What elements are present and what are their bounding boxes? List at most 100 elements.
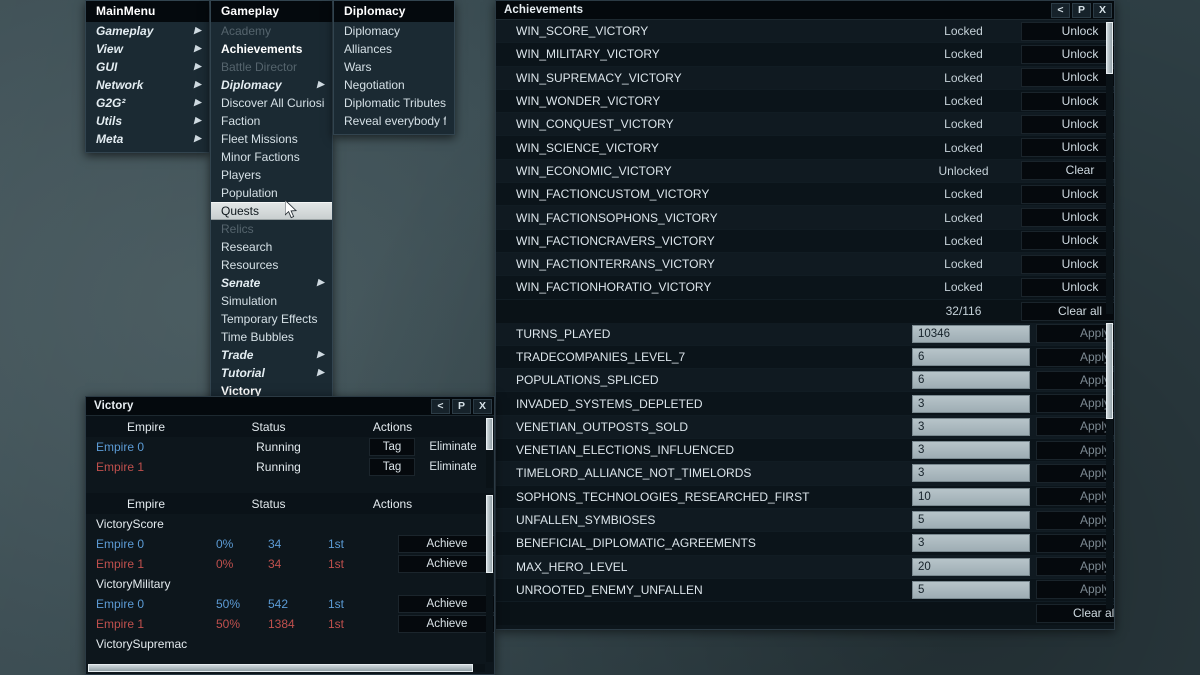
statistic-value-input[interactable] xyxy=(912,487,1030,506)
gameplay-menu-item-temporary-effects[interactable]: Temporary Effects xyxy=(211,310,332,328)
gameplay-menu-item-faction[interactable]: Faction xyxy=(211,112,332,130)
achieve-button[interactable]: Achieve xyxy=(398,535,494,553)
victory-empires-scrollbar-thumb[interactable] xyxy=(486,418,493,450)
achieve-button[interactable]: Achieve xyxy=(398,595,494,613)
gameplay-menu-item-relics[interactable]: Relics xyxy=(211,220,332,238)
apply-button[interactable]: Apply xyxy=(1036,324,1114,344)
gameplay-menu-item-tutorial[interactable]: Tutorial ▶ xyxy=(211,364,332,382)
statistics-scrollbar-thumb[interactable] xyxy=(1106,323,1113,419)
achievement-action-button[interactable]: Unlock xyxy=(1021,184,1114,204)
victory-conditions-scrollbar-thumb[interactable] xyxy=(486,495,493,573)
gameplay-menu-item-resources[interactable]: Resources xyxy=(211,256,332,274)
achievement-name: WIN_CONQUEST_VICTORY xyxy=(516,117,674,132)
gameplay-menu-item-population[interactable]: Population xyxy=(211,184,332,202)
gameplay-menu-item-fleet-missions[interactable]: Fleet Missions xyxy=(211,130,332,148)
achievement-action-button[interactable]: Unlock xyxy=(1021,254,1114,274)
main-menu-item-g2g[interactable]: G2G² ▶ xyxy=(86,94,209,112)
apply-button[interactable]: Apply xyxy=(1036,463,1114,483)
apply-button[interactable]: Apply xyxy=(1036,580,1114,600)
victory-close-button[interactable]: X xyxy=(473,398,492,414)
gameplay-menu-item-time-bubbles[interactable]: Time Bubbles xyxy=(211,328,332,346)
diplomacy-menu-item-alliances[interactable]: Alliances xyxy=(334,40,454,58)
statistic-value-input[interactable] xyxy=(912,534,1030,553)
main-menu-item-utils[interactable]: Utils ▶ xyxy=(86,112,209,130)
achievement-row: WIN_CONQUEST_VICTORY Locked Unlock xyxy=(496,113,1114,137)
gameplay-menu-item-academy[interactable]: Academy xyxy=(211,22,332,40)
apply-button[interactable]: Apply xyxy=(1036,440,1114,460)
gameplay-menu-item-discover-all-curiosit[interactable]: Discover All Curiosit xyxy=(211,94,332,112)
pin-button[interactable]: P xyxy=(1072,2,1091,18)
back-button[interactable]: < xyxy=(1051,2,1070,18)
achievements-scrollbar-thumb[interactable] xyxy=(1106,22,1113,74)
main-menu-item-view[interactable]: View ▶ xyxy=(86,40,209,58)
statistic-value-input[interactable] xyxy=(912,348,1030,366)
apply-button[interactable]: Apply xyxy=(1036,487,1114,507)
main-menu-item-network[interactable]: Network ▶ xyxy=(86,76,209,94)
statistic-value-input[interactable] xyxy=(912,464,1030,483)
gameplay-menu-item-simulation[interactable]: Simulation xyxy=(211,292,332,310)
victory-conditions-header: Empire Status Actions xyxy=(86,493,494,514)
statistic-value-input[interactable] xyxy=(912,371,1030,390)
gameplay-menu-item-research[interactable]: Research xyxy=(211,238,332,256)
statistic-value-input[interactable] xyxy=(912,441,1030,460)
victory-horizontal-scrollbar[interactable] xyxy=(88,664,485,672)
gameplay-menu-item-senate[interactable]: Senate ▶ xyxy=(211,274,332,292)
diplomacy-menu-title: Diplomacy xyxy=(334,1,454,22)
achievements-scrollbar[interactable] xyxy=(1106,22,1113,314)
achievement-action-button[interactable]: Unlock xyxy=(1021,91,1114,111)
clear-all-statistics-button[interactable]: Clear all xyxy=(1036,604,1114,624)
statistic-value-input[interactable] xyxy=(912,580,1030,599)
diplomacy-menu-item-reveal-everybody-fo[interactable]: Reveal everybody fo xyxy=(334,112,454,130)
tag-button[interactable]: Tag xyxy=(369,458,415,476)
achievement-action-button[interactable]: Unlock xyxy=(1021,68,1114,88)
main-menu-item-meta[interactable]: Meta ▶ xyxy=(86,130,209,148)
statistic-value-input[interactable] xyxy=(912,417,1030,436)
achievement-action-button[interactable]: Unlock xyxy=(1021,138,1114,158)
diplomacy-menu-item-diplomatic-tributes[interactable]: Diplomatic Tributes xyxy=(334,94,454,112)
statistic-value-input[interactable] xyxy=(912,511,1030,530)
eliminate-button[interactable]: Eliminate xyxy=(418,458,488,476)
gameplay-menu-item-players[interactable]: Players xyxy=(211,166,332,184)
achievement-action-button[interactable]: Clear xyxy=(1021,161,1114,181)
apply-button[interactable]: Apply xyxy=(1036,417,1114,437)
achievement-action-button[interactable]: Unlock xyxy=(1021,21,1114,41)
main-menu-item-gameplay[interactable]: Gameplay ▶ xyxy=(86,22,209,40)
gameplay-menu-item-diplomacy[interactable]: Diplomacy ▶ xyxy=(211,76,332,94)
gameplay-menu-item-minor-factions[interactable]: Minor Factions xyxy=(211,148,332,166)
diplomacy-menu-item-diplomacy[interactable]: Diplomacy xyxy=(334,22,454,40)
achieve-button[interactable]: Achieve xyxy=(398,615,494,633)
statistic-value-input[interactable] xyxy=(912,324,1030,343)
apply-button[interactable]: Apply xyxy=(1036,557,1114,577)
gameplay-menu-item-quests[interactable]: Quests xyxy=(211,202,332,220)
victory-conditions-scrollbar[interactable] xyxy=(486,495,493,662)
achievement-action-button[interactable]: Unlock xyxy=(1021,114,1114,134)
apply-button[interactable]: Apply xyxy=(1036,347,1114,367)
victory-back-button[interactable]: < xyxy=(431,398,450,414)
victory-pin-button[interactable]: P xyxy=(452,398,471,414)
gameplay-menu-item-trade[interactable]: Trade ▶ xyxy=(211,346,332,364)
diplomacy-menu-item-wars[interactable]: Wars xyxy=(334,58,454,76)
victory-empires-scrollbar[interactable] xyxy=(486,418,493,488)
achievement-action-button[interactable]: Unlock xyxy=(1021,44,1114,64)
close-button[interactable]: X xyxy=(1093,2,1112,18)
statistic-value-input[interactable] xyxy=(912,557,1030,576)
statistics-scrollbar[interactable] xyxy=(1106,323,1113,609)
apply-button[interactable]: Apply xyxy=(1036,533,1114,553)
apply-button[interactable]: Apply xyxy=(1036,510,1114,530)
statistic-value-input[interactable] xyxy=(912,394,1030,413)
tag-button[interactable]: Tag xyxy=(369,438,415,456)
achieve-button[interactable]: Achieve xyxy=(398,555,494,573)
victory-horizontal-scrollbar-thumb[interactable] xyxy=(88,664,474,672)
apply-button[interactable]: Apply xyxy=(1036,370,1114,390)
apply-button[interactable]: Apply xyxy=(1036,394,1114,414)
achievement-action-button[interactable]: Unlock xyxy=(1021,208,1114,228)
achievement-action-button[interactable]: Unlock xyxy=(1021,277,1114,297)
clear-all-achievements-button[interactable]: Clear all xyxy=(1021,301,1114,321)
eliminate-button[interactable]: Eliminate xyxy=(418,438,488,456)
main-menu-item-gui[interactable]: GUI ▶ xyxy=(86,58,209,76)
diplomacy-menu-item-negotiation[interactable]: Negotiation xyxy=(334,76,454,94)
gameplay-menu-item-battle-director[interactable]: Battle Director xyxy=(211,58,332,76)
gameplay-menu-item-achievements[interactable]: Achievements xyxy=(211,40,332,58)
achievement-action-button[interactable]: Unlock xyxy=(1021,231,1114,251)
gameplay-menu-item-label: Faction xyxy=(221,113,261,128)
